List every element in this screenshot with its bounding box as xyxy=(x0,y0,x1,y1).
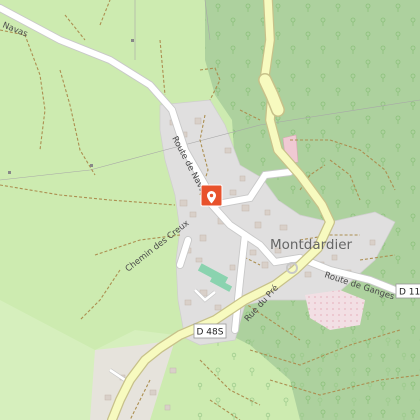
place-label: Montdardier xyxy=(270,237,353,253)
map-tiles: Navas Route de Navas Chemin des Creux Ru… xyxy=(0,0,420,420)
road-shield-d11: D 11 xyxy=(395,283,420,299)
location-pin-icon[interactable] xyxy=(200,184,223,207)
map-canvas[interactable]: Navas Route de Navas Chemin des Creux Ru… xyxy=(0,0,420,420)
svg-text:D 48S: D 48S xyxy=(197,328,224,338)
svg-text:D 11: D 11 xyxy=(399,288,420,298)
road-shield-d485: D 48S xyxy=(193,323,227,339)
